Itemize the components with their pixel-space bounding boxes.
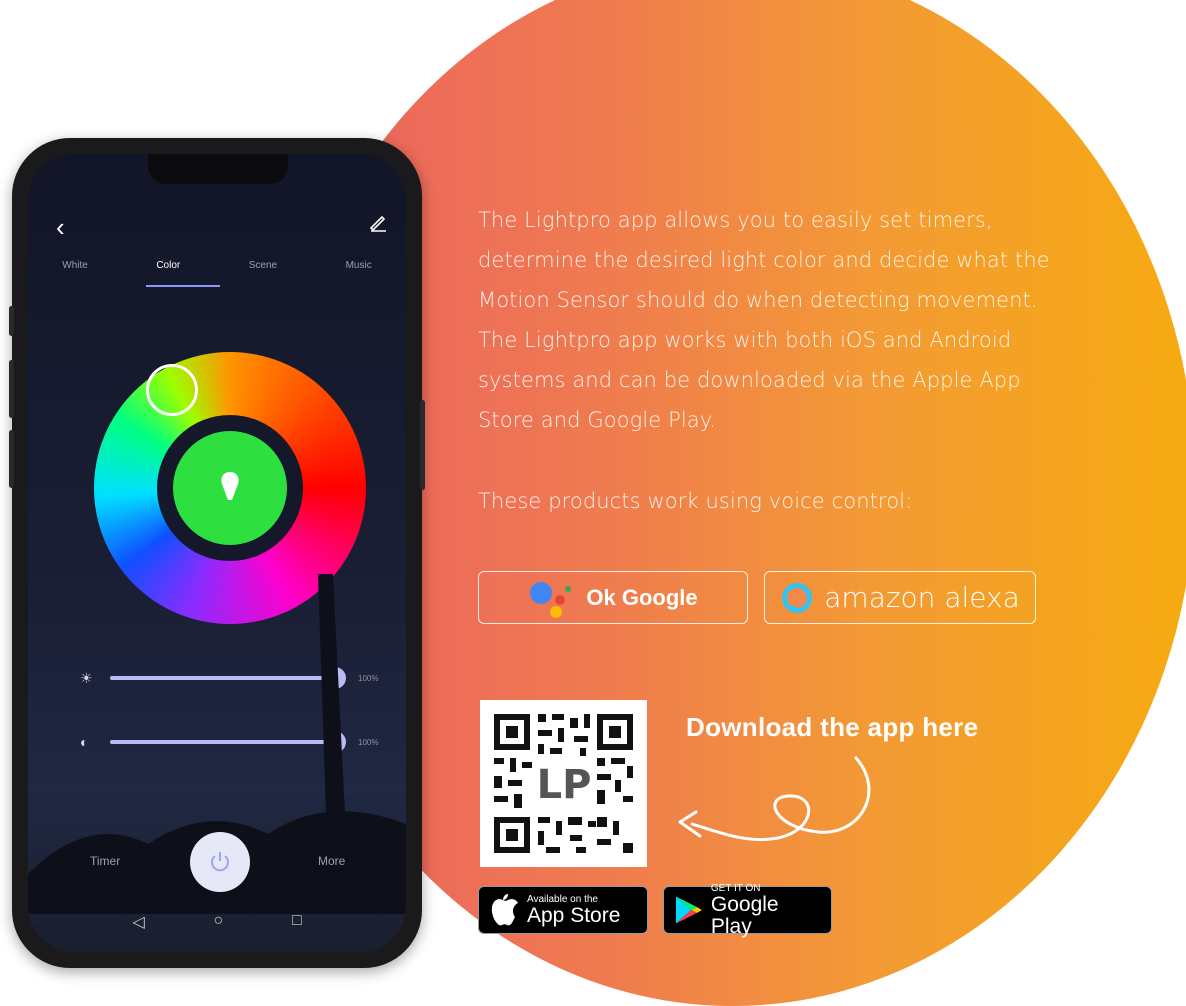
power-button[interactable]: [190, 832, 250, 892]
edit-icon[interactable]: [368, 212, 388, 237]
android-nav-bar: ◁ ○ □: [28, 912, 406, 932]
tab-color[interactable]: Color: [156, 260, 180, 271]
google-play-badge[interactable]: GET IT ON Google Play: [663, 883, 832, 937]
google-play-text: GET IT ON Google Play: [711, 883, 821, 938]
bulb-icon: [221, 472, 239, 500]
power-icon: [211, 852, 229, 872]
app-store-text: Available on the App Store: [527, 894, 620, 927]
amazon-alexa-badge[interactable]: amazon alexa: [764, 571, 1036, 624]
tab-white[interactable]: White: [62, 260, 88, 271]
curved-arrow-icon: [678, 756, 871, 842]
app-store-badge[interactable]: Available on the App Store: [478, 886, 648, 934]
tab-scene[interactable]: Scene: [249, 260, 277, 271]
nav-back-icon[interactable]: ◁: [132, 912, 144, 932]
app-store-big-text: App Store: [527, 903, 621, 927]
active-tab-indicator: [146, 285, 220, 287]
nav-recents-icon[interactable]: □: [292, 912, 302, 932]
google-play-icon: [675, 896, 702, 924]
phone-power-button: [420, 400, 425, 490]
google-play-big-text: Google Play: [710, 892, 779, 938]
ok-google-label: Ok Google: [586, 584, 698, 610]
qr-code-icon: LP: [494, 714, 633, 853]
svg-text:LP: LP: [537, 762, 592, 808]
app-tabs: White Color Scene Music: [28, 260, 406, 271]
voice-control-heading: These products work using voice control:: [478, 489, 913, 513]
tab-music[interactable]: Music: [346, 260, 372, 271]
ok-google-badge[interactable]: Ok Google: [478, 571, 748, 624]
download-cta: Download the app here: [686, 712, 979, 742]
google-assistant-icon: [530, 581, 572, 618]
phone-notch: [148, 154, 288, 184]
nav-home-icon[interactable]: ○: [213, 912, 223, 932]
google-play-small-text: GET IT ON: [710, 882, 761, 894]
back-icon[interactable]: ‹: [56, 212, 65, 243]
selected-color-preview: [173, 431, 287, 545]
color-picker-handle[interactable]: [146, 364, 198, 416]
phone-volume-up-button: [9, 360, 14, 418]
apple-icon: [491, 894, 518, 926]
phone-side-button: [9, 306, 14, 336]
more-label[interactable]: More: [318, 854, 345, 868]
qr-code[interactable]: LP: [480, 700, 647, 867]
amazon-alexa-label: amazon alexa: [824, 581, 1020, 614]
phone-mockup: ‹ White Color Scene Music ☀ 100% ◐ 100%: [9, 138, 425, 968]
app-store-small-text: Available on the: [527, 893, 598, 905]
description-paragraph: The Lightpro app allows you to easily se…: [478, 208, 1050, 432]
alexa-icon: [782, 582, 813, 613]
phone-screen: ‹ White Color Scene Music ☀ 100% ◐ 100%: [28, 154, 406, 952]
phone-volume-down-button: [9, 430, 14, 488]
app-description: The Lightpro app allows you to easily se…: [478, 200, 1078, 521]
timer-label[interactable]: Timer: [90, 854, 120, 868]
